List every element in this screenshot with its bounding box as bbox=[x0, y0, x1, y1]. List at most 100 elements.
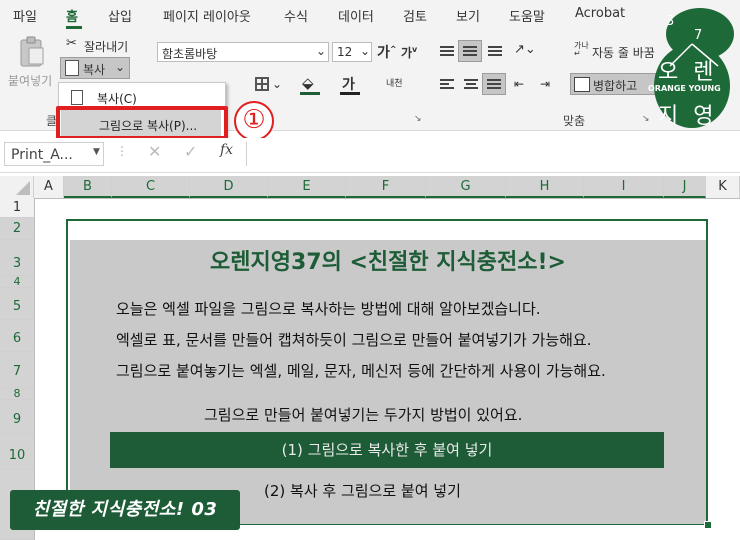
row-header-1[interactable]: 1 bbox=[0, 198, 34, 218]
paste-label[interactable]: 붙여넣기 bbox=[8, 72, 52, 89]
font-dialog-launcher[interactable]: ↘ bbox=[414, 114, 422, 124]
menu-insert[interactable]: 삽입 bbox=[108, 6, 132, 25]
copy-icon bbox=[71, 90, 83, 105]
row-headers: 1 2 3 4 5 6 7 8 9 10 bbox=[0, 198, 35, 540]
cancel-icon[interactable]: ✕ bbox=[148, 142, 161, 161]
highlight-box bbox=[56, 106, 228, 140]
logo-text-top: 오 렌 bbox=[658, 60, 718, 85]
menu-home[interactable]: 홈 bbox=[66, 6, 78, 25]
footer-badge: 친절한 지식충전소! 03 bbox=[10, 490, 240, 530]
formula-input[interactable] bbox=[246, 142, 740, 166]
menu-bar: 파일 홈 삽입 페이지 레이아웃 수식 데이터 검토 보기 도움말 Acroba… bbox=[0, 0, 740, 30]
copy-button[interactable]: 복사 ⌄ bbox=[60, 57, 130, 79]
align-left-icon[interactable] bbox=[440, 79, 454, 91]
menu-page-layout[interactable]: 페이지 레이아웃 bbox=[163, 6, 251, 25]
column-header-g[interactable]: G bbox=[426, 176, 506, 198]
logo-text-bottom: 지 영 bbox=[658, 104, 718, 129]
name-box[interactable]: Print_A... ▼ bbox=[4, 142, 104, 166]
logo-tagline: ORANGE YOUNG bbox=[648, 84, 721, 93]
column-header-b[interactable]: B bbox=[64, 176, 112, 198]
column-header-j[interactable]: J bbox=[664, 176, 706, 198]
row-header-7[interactable]: 7 bbox=[0, 352, 34, 388]
align-top-icon[interactable] bbox=[440, 46, 454, 58]
row-header-3[interactable]: 3 bbox=[0, 240, 34, 276]
insert-function-icon[interactable]: fx bbox=[220, 142, 233, 158]
body-line-3: 그림으로 붙여놓기는 엑셀, 메일, 문자, 메신저 등에 간단하게 사용이 가… bbox=[116, 362, 606, 380]
body-line-4: 그림으로 만들어 붙여넣기는 두가지 방법이 있어요. bbox=[204, 406, 523, 424]
column-header-a[interactable]: A bbox=[34, 176, 64, 198]
logo-number: 3 bbox=[666, 14, 675, 29]
row-header-8[interactable]: 8 bbox=[0, 388, 34, 400]
column-header-c[interactable]: C bbox=[112, 176, 190, 198]
orange-young-logo: 3 7 오 렌 ORANGE YOUNG 지 영 bbox=[648, 6, 740, 134]
align-right-icon bbox=[487, 79, 501, 91]
wrap-text-icon[interactable]: 가나 ↵ bbox=[574, 42, 589, 58]
copy-label: 복사 bbox=[83, 63, 106, 77]
menu-review[interactable]: 검토 bbox=[403, 6, 427, 25]
decrease-indent-icon[interactable]: ⇤ bbox=[514, 77, 524, 91]
option-1-bar: (1) 그림으로 복사한 후 붙여 넣기 bbox=[110, 432, 664, 468]
select-all-corner[interactable] bbox=[0, 176, 34, 198]
more-icon: ⋮ bbox=[116, 144, 128, 158]
body-line-2: 엑셀로 표, 문서를 만들어 캡쳐하듯이 그림으로 만들어 붙여넣기가 가능해요… bbox=[116, 331, 592, 349]
panel-title: 오렌지영37의 <친절한 지식충전소!> bbox=[210, 250, 566, 275]
increase-indent-icon[interactable]: ⇥ bbox=[540, 77, 550, 91]
active-tab-indicator bbox=[66, 26, 82, 29]
row-header-9[interactable]: 9 bbox=[0, 400, 34, 434]
align-center-icon[interactable] bbox=[464, 79, 478, 91]
row-header-2[interactable]: 2 bbox=[0, 218, 34, 240]
enter-icon[interactable]: ✓ bbox=[184, 142, 197, 161]
decrease-font-icon[interactable]: 가v bbox=[401, 44, 417, 61]
chevron-down-icon: ⌄ bbox=[316, 44, 327, 58]
row-header-4[interactable]: 4 bbox=[0, 276, 34, 288]
align-middle-icon bbox=[463, 46, 477, 58]
column-headers: A B C D E F G H I J K bbox=[0, 176, 740, 199]
column-header-h[interactable]: H bbox=[506, 176, 584, 198]
font-name-select[interactable]: 함초롬바탕 ⌄ bbox=[157, 42, 329, 62]
body-line-1: 오늘은 엑셀 파일을 그림으로 복사하는 방법에 대해 알아보겠습니다. bbox=[116, 300, 541, 318]
font-size-value: 12 bbox=[337, 45, 353, 59]
increase-font-icon[interactable]: 가^ bbox=[377, 42, 397, 62]
cut-label[interactable]: 잘라내기 bbox=[84, 38, 128, 55]
menu-help[interactable]: 도움말 bbox=[509, 6, 545, 25]
fill-color-bar bbox=[300, 92, 320, 95]
column-header-k[interactable]: K bbox=[706, 176, 740, 198]
alignment-dialog-launcher[interactable]: ↘ bbox=[642, 114, 650, 124]
menu-acrobat[interactable]: Acrobat bbox=[575, 6, 625, 21]
paste-icon[interactable] bbox=[18, 36, 46, 68]
menu-formulas[interactable]: 수식 bbox=[284, 6, 308, 25]
wrap-text-label[interactable]: 자동 줄 바꿈 bbox=[592, 44, 655, 61]
font-name-value: 함초롬바탕 bbox=[162, 47, 218, 61]
font-size-select[interactable]: 12 ⌄ bbox=[332, 42, 372, 62]
row-header-6[interactable]: 6 bbox=[0, 320, 34, 352]
logo-number: 7 bbox=[694, 28, 703, 43]
menu-copy-item[interactable]: 복사(C) bbox=[65, 86, 215, 108]
orientation-icon[interactable]: ↗⌄ bbox=[514, 42, 536, 57]
merge-center-button[interactable]: 병합하고 bbox=[570, 73, 656, 95]
menu-view[interactable]: 보기 bbox=[456, 6, 480, 25]
fill-color-icon[interactable]: ⬙ bbox=[302, 74, 314, 92]
font-color-icon[interactable]: 가 bbox=[342, 74, 355, 94]
menu-copy-label: 복사(C) bbox=[97, 92, 137, 106]
column-header-i[interactable]: I bbox=[584, 176, 664, 198]
menu-data[interactable]: 데이터 bbox=[338, 6, 374, 25]
formula-bar: Print_A... ▼ ⋮ ✕ ✓ fx bbox=[0, 138, 740, 173]
column-header-e[interactable]: E bbox=[268, 176, 346, 198]
chevron-down-icon: ▼ bbox=[93, 147, 100, 157]
align-middle-button[interactable] bbox=[458, 40, 482, 62]
merge-label: 병합하고 bbox=[593, 79, 638, 93]
column-header-d[interactable]: D bbox=[190, 176, 268, 198]
align-bottom-icon[interactable] bbox=[488, 46, 502, 58]
phonetic-icon[interactable]: 내천 bbox=[386, 76, 403, 89]
name-box-value: Print_A... bbox=[11, 147, 73, 163]
chevron-down-icon[interactable]: ⌄ bbox=[272, 77, 282, 91]
scissors-icon[interactable]: ✂ bbox=[66, 36, 77, 51]
row-header-5[interactable]: 5 bbox=[0, 288, 34, 320]
menu-file[interactable]: 파일 bbox=[13, 6, 37, 25]
align-right-button[interactable] bbox=[482, 73, 506, 95]
column-header-f[interactable]: F bbox=[346, 176, 426, 198]
fill-handle[interactable] bbox=[704, 521, 712, 529]
borders-icon[interactable] bbox=[255, 77, 269, 91]
alignment-group-label: 맞춤 bbox=[563, 114, 586, 128]
row-header-10[interactable]: 10 bbox=[0, 434, 34, 470]
